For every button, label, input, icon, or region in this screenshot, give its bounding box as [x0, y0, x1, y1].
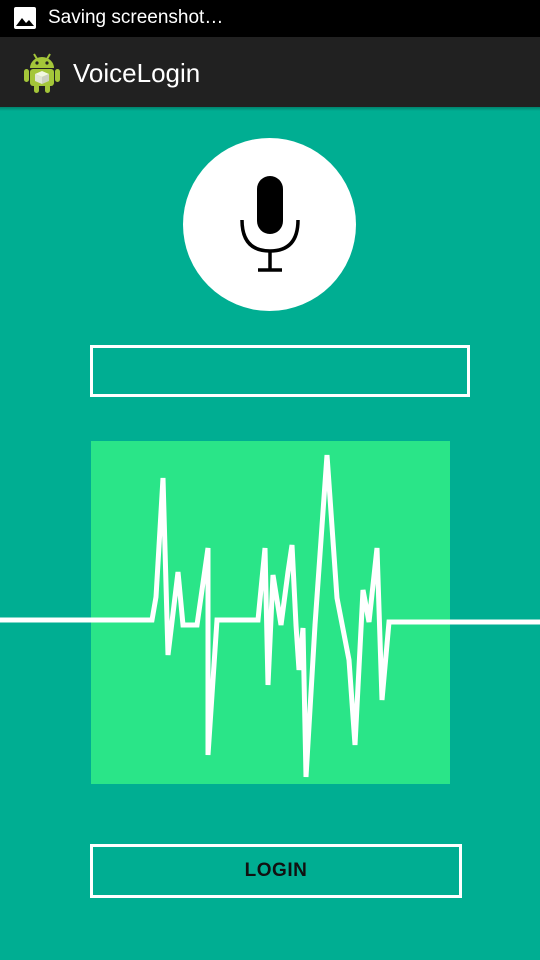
login-button[interactable]: LOGIN: [90, 844, 462, 898]
voice-waveform: [0, 454, 540, 778]
